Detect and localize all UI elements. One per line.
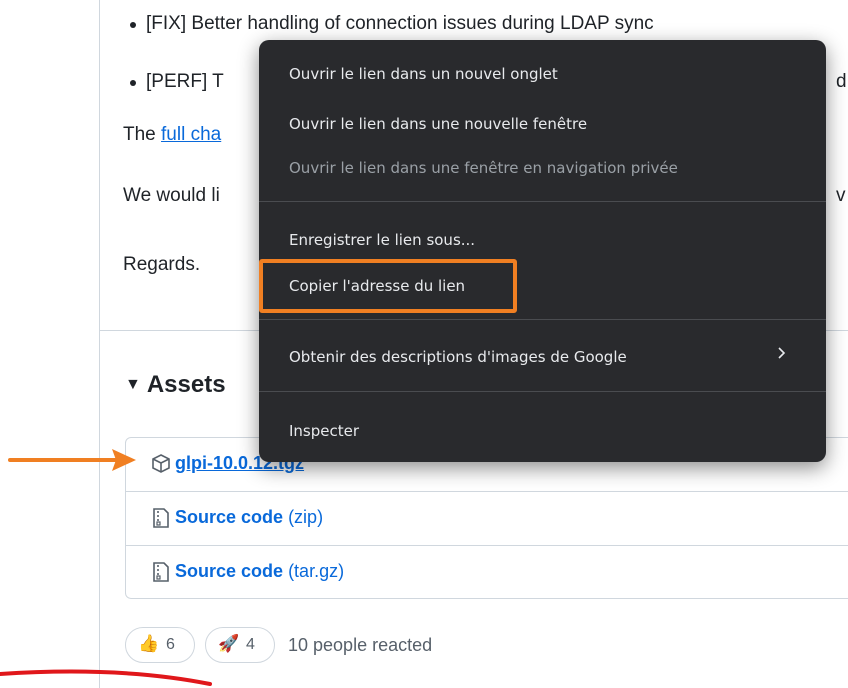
- annotation-curve-icon: [0, 669, 212, 686]
- bullet-perf-tail: d t: [819, 71, 848, 93]
- file-zip-icon: [153, 562, 169, 582]
- bullet-fix-ldap: [FIX] Better handling of connection issu…: [130, 13, 654, 34]
- menu-item-open-private-window: Ouvrir le lien dans une fenêtre en navig…: [289, 159, 678, 177]
- regards-text: Regards.: [123, 254, 201, 275]
- full-changelog-link[interactable]: full cha: [161, 124, 221, 145]
- context-menu: Ouvrir le lien dans un nouvel onglet Ouv…: [259, 40, 826, 462]
- file-zip-icon: [153, 508, 169, 528]
- menu-separator: [259, 391, 826, 392]
- menu-item-save-link-as[interactable]: Enregistrer le lien sous...: [289, 231, 475, 249]
- asset-link-targz[interactable]: Source code (tar.gz): [175, 561, 344, 582]
- asset-label: Source code: [175, 507, 284, 527]
- would-like-tail: v: [836, 185, 846, 206]
- would-like-paragraph: We would li: [123, 185, 220, 206]
- changelog-paragraph: The full cha: [123, 124, 221, 146]
- menu-item-copy-link-address[interactable]: Copier l'adresse du lien: [289, 277, 465, 295]
- menu-separator: [259, 319, 826, 320]
- menu-item-inspect[interactable]: Inspecter: [289, 422, 359, 440]
- menu-item-google-image-descriptions[interactable]: Obtenir des descriptions d'images de Goo…: [289, 348, 627, 366]
- asset-ext: (zip): [288, 507, 324, 527]
- asset-row[interactable]: Source code (tar.gz): [126, 545, 848, 599]
- menu-item-open-new-window[interactable]: Ouvrir le lien dans une nouvelle fenêtre: [289, 115, 587, 133]
- package-icon: [152, 454, 170, 473]
- chevron-right-icon: [778, 347, 786, 359]
- annotation-arrow-icon: [8, 449, 136, 471]
- assets-heading: Assets: [146, 371, 226, 398]
- changelog-prefix: The: [123, 124, 162, 145]
- menu-item-open-new-tab[interactable]: Ouvrir le lien dans un nouvel onglet: [289, 65, 558, 83]
- caret-down-icon: ▼: [125, 376, 141, 393]
- asset-label: Source code: [175, 561, 284, 581]
- assets-toggle[interactable]: ▼ Assets: [125, 371, 226, 399]
- timeline-divider: [99, 0, 100, 688]
- asset-ext: (tar.gz): [288, 561, 345, 581]
- bullet-perf: [PERF] T: [130, 71, 224, 92]
- asset-link-zip[interactable]: Source code (zip): [175, 507, 323, 528]
- menu-separator: [259, 201, 826, 202]
- asset-row[interactable]: Source code (zip): [126, 491, 848, 545]
